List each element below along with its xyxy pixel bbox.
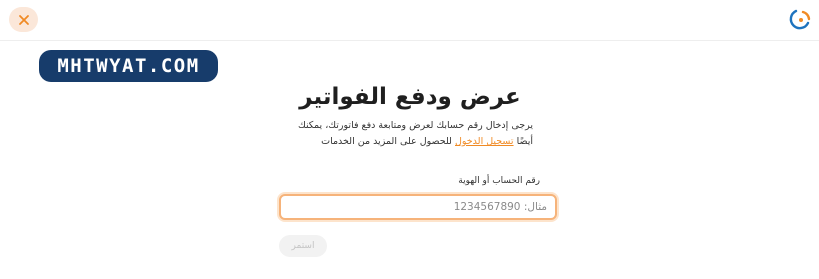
watermark-banner: MHTWYAT.COM — [39, 50, 218, 82]
close-button[interactable] — [9, 7, 38, 32]
login-link[interactable]: تسجيل الدخول — [455, 136, 514, 147]
description-prefix: أيضًا — [516, 136, 533, 147]
page-title: عرض ودفع الفواتير — [299, 84, 521, 110]
page-description: يرجى إدخال رقم حسابك لعرض ومتابعة دفع فا… — [285, 118, 533, 150]
brand-logo-icon — [789, 9, 811, 30]
account-field-label: رقم الحساب أو الهوية — [458, 176, 540, 186]
top-bar — [0, 0, 819, 41]
close-icon — [18, 14, 29, 25]
description-line-2: أيضًا تسجيل الدخول للحصول على المزيد من … — [285, 134, 533, 150]
account-id-input[interactable] — [279, 194, 557, 220]
continue-button[interactable]: استمر — [279, 235, 327, 257]
description-suffix: للحصول على المزيد من الخدمات — [321, 136, 452, 147]
description-line-1: يرجى إدخال رقم حسابك لعرض ومتابعة دفع فا… — [297, 120, 533, 131]
